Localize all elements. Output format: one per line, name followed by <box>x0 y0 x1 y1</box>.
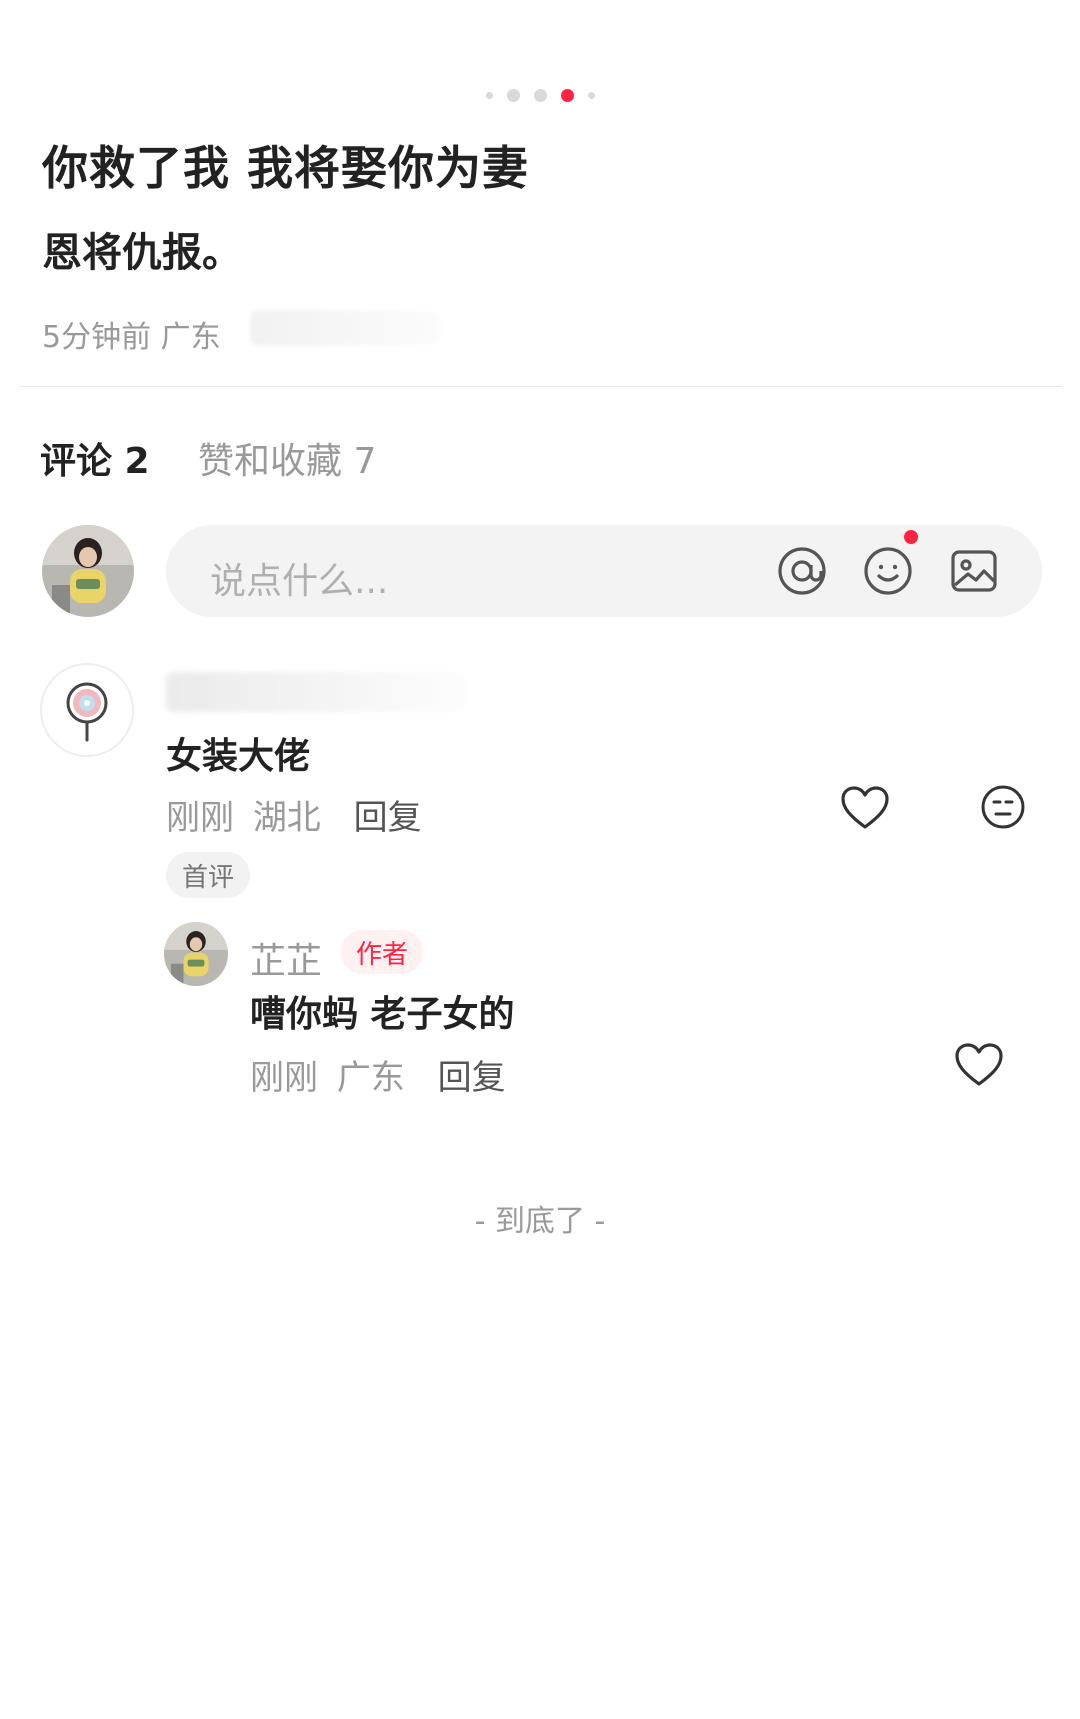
user-avatar[interactable] <box>42 525 134 617</box>
pager-dot <box>533 88 547 102</box>
reply-time: 刚刚 <box>250 1058 318 1098</box>
commenter-name-blurred <box>166 672 466 712</box>
reply-meta: 刚刚 广东 回复 <box>250 1050 506 1099</box>
reply-text: 嘈你蚂 老子女的 <box>250 994 515 1035</box>
comment-text: 女装大佬 <box>166 736 311 777</box>
divider <box>20 386 1062 387</box>
emoji-new-indicator <box>904 530 918 544</box>
pager-dot <box>587 91 595 99</box>
first-comment-badge: 首评 <box>166 852 250 898</box>
post-body: 恩将仇报。 <box>42 230 242 276</box>
pager-dot <box>506 88 520 102</box>
reply-reply-button[interactable]: 回复 <box>438 1058 506 1098</box>
comment-location: 湖北 <box>252 798 321 838</box>
comment-meta: 刚刚 湖北 回复 <box>166 790 422 839</box>
comment-time: 刚刚 <box>166 798 234 838</box>
heart-icon[interactable] <box>840 785 890 831</box>
image-icon[interactable] <box>946 543 1002 599</box>
author-badge: 作者 <box>341 930 423 974</box>
comment-input-placeholder: 说点什么... <box>210 561 389 602</box>
dislike-face-icon[interactable] <box>980 784 1026 830</box>
post-meta: 5分钟前 广东 <box>42 320 221 355</box>
pager-dot-active <box>560 88 574 102</box>
end-of-list-label: - 到底了 - <box>474 1204 606 1239</box>
post-title: 你救了我 我将娶你为妻 <box>42 141 530 195</box>
at-icon[interactable] <box>774 543 830 599</box>
heart-icon[interactable] <box>954 1042 1004 1088</box>
emoji-icon[interactable] <box>860 543 916 599</box>
tab-comments[interactable]: 评论 2 <box>40 432 150 484</box>
reply-location: 广东 <box>336 1058 405 1098</box>
comment-reply-button[interactable]: 回复 <box>354 798 422 838</box>
image-pager-dots <box>0 88 1080 102</box>
reply-author-avatar[interactable] <box>164 922 228 986</box>
pager-dot <box>485 91 493 99</box>
tab-likes-and-favorites[interactable]: 赞和收藏 7 <box>198 432 376 484</box>
reply-author-name[interactable]: 芷芷 <box>250 932 322 984</box>
post-meta-blurred <box>250 310 440 346</box>
commenter-avatar[interactable] <box>40 663 134 757</box>
